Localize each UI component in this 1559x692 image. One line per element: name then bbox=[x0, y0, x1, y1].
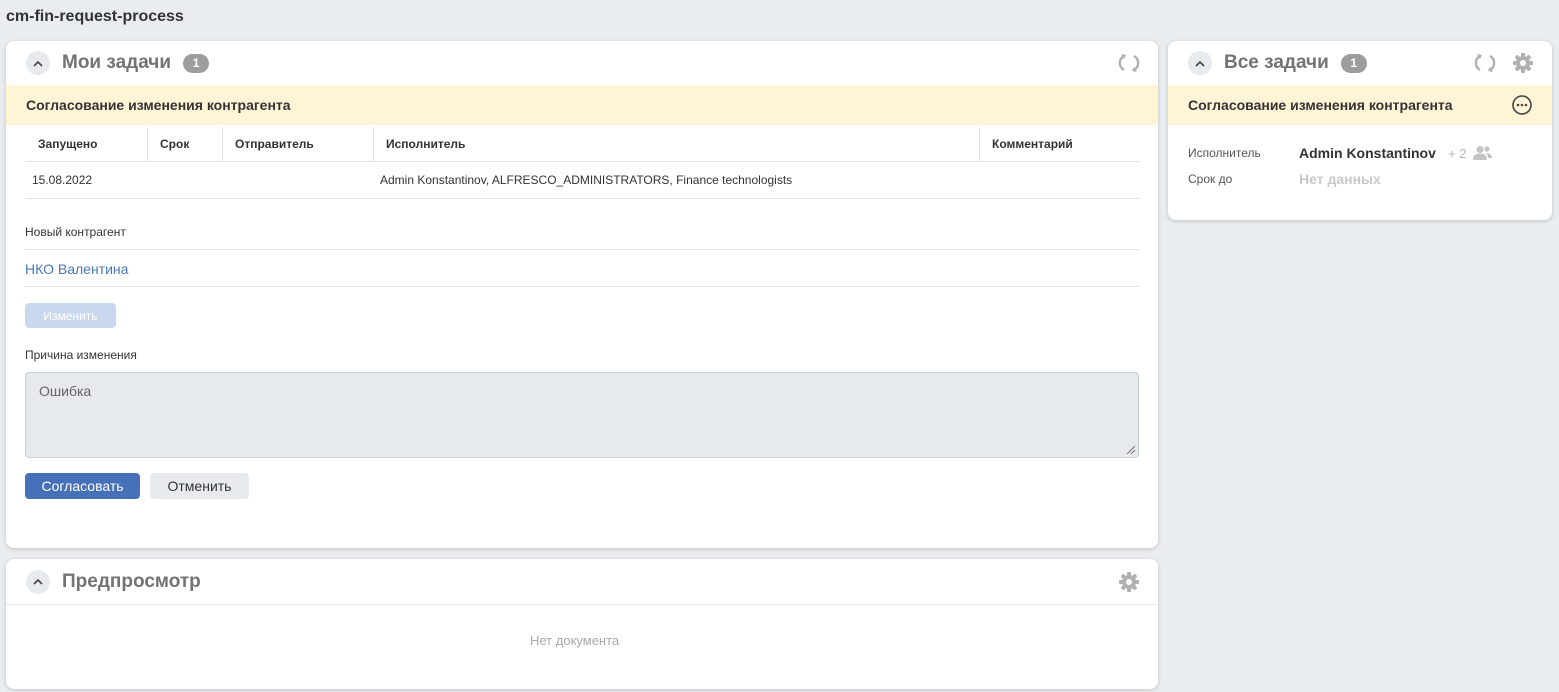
assignee-value[interactable]: Admin Konstantinov bbox=[1299, 145, 1436, 161]
cell-assignee: Admin Konstantinov, ALFRESCO_ADMINISTRAT… bbox=[380, 173, 793, 187]
collapse-button[interactable] bbox=[26, 569, 50, 594]
column-header-comment[interactable]: Комментарий bbox=[980, 127, 1140, 161]
column-header-started[interactable]: Запущено bbox=[26, 127, 148, 161]
task-banner-title: Согласование изменения контрагента bbox=[1188, 97, 1453, 113]
table-row: 15.08.2022 Admin Konstantinov, ALFRESCO_… bbox=[26, 162, 1140, 199]
new-counterparty-label: Новый контрагент bbox=[25, 225, 126, 239]
collapse-button[interactable] bbox=[1188, 51, 1212, 75]
column-header-deadline[interactable]: Срок bbox=[148, 127, 223, 161]
chevron-up-icon bbox=[33, 578, 43, 585]
preview-panel: Предпросмотр Нет документа bbox=[6, 559, 1158, 689]
cancel-button[interactable]: Отменить bbox=[150, 473, 249, 499]
table-header: Запущено Срок Отправитель Исполнитель Ко… bbox=[26, 127, 1140, 162]
all-tasks-header: Все задачи 1 bbox=[1168, 41, 1552, 85]
divider bbox=[25, 249, 1139, 250]
refresh-icon[interactable] bbox=[1474, 52, 1496, 74]
gear-icon[interactable] bbox=[1118, 571, 1140, 593]
cell-deadline bbox=[148, 162, 223, 198]
my-tasks-header: Мои задачи 1 bbox=[6, 41, 1158, 85]
chevron-up-icon bbox=[33, 60, 43, 67]
reason-label: Причина изменения bbox=[25, 348, 137, 362]
users-icon[interactable] bbox=[1473, 145, 1493, 161]
change-button[interactable]: Изменить bbox=[25, 303, 116, 328]
page-title: cm-fin-request-process bbox=[6, 8, 184, 25]
task-banner: Согласование изменения контрагента bbox=[1168, 85, 1552, 125]
assignee-more-count[interactable]: + 2 bbox=[1448, 146, 1466, 161]
refresh-icon[interactable] bbox=[1118, 52, 1140, 74]
my-tasks-panel: Мои задачи 1 Согласование изменения конт… bbox=[6, 41, 1158, 548]
cell-started: 15.08.2022 bbox=[32, 173, 93, 187]
tasks-table: Запущено Срок Отправитель Исполнитель Ко… bbox=[26, 127, 1140, 199]
cell-sender bbox=[223, 162, 374, 198]
task-banner: Согласование изменения контрагента bbox=[6, 85, 1158, 125]
reason-text: Ошибка bbox=[39, 383, 92, 399]
approve-button[interactable]: Согласовать bbox=[25, 473, 140, 499]
more-options-icon[interactable] bbox=[1511, 94, 1533, 116]
due-value: Нет данных bbox=[1299, 171, 1381, 187]
resize-handle-icon[interactable] bbox=[1126, 445, 1136, 455]
all-tasks-panel: Все задачи 1 Согласование изменения конт… bbox=[1168, 41, 1552, 220]
reason-textarea[interactable]: Ошибка bbox=[25, 372, 1139, 458]
collapse-button[interactable] bbox=[26, 51, 50, 75]
preview-header: Предпросмотр bbox=[6, 559, 1158, 605]
all-tasks-title: Все задачи bbox=[1224, 52, 1329, 73]
chevron-up-icon bbox=[1195, 60, 1205, 67]
my-tasks-count-badge: 1 bbox=[183, 53, 210, 73]
cell-comment bbox=[980, 162, 1140, 198]
my-tasks-title: Мои задачи bbox=[62, 52, 172, 73]
gear-icon[interactable] bbox=[1512, 52, 1534, 74]
assignee-label: Исполнитель bbox=[1188, 146, 1261, 160]
preview-title: Предпросмотр bbox=[62, 570, 201, 592]
all-tasks-count-badge: 1 bbox=[1340, 53, 1367, 73]
divider bbox=[25, 286, 1139, 287]
new-counterparty-link[interactable]: НКО Валентина bbox=[25, 261, 128, 277]
column-header-assignee[interactable]: Исполнитель bbox=[374, 127, 980, 161]
due-label: Срок до bbox=[1188, 172, 1233, 186]
no-document-text: Нет документа bbox=[530, 633, 620, 648]
column-header-sender[interactable]: Отправитель bbox=[223, 127, 374, 161]
